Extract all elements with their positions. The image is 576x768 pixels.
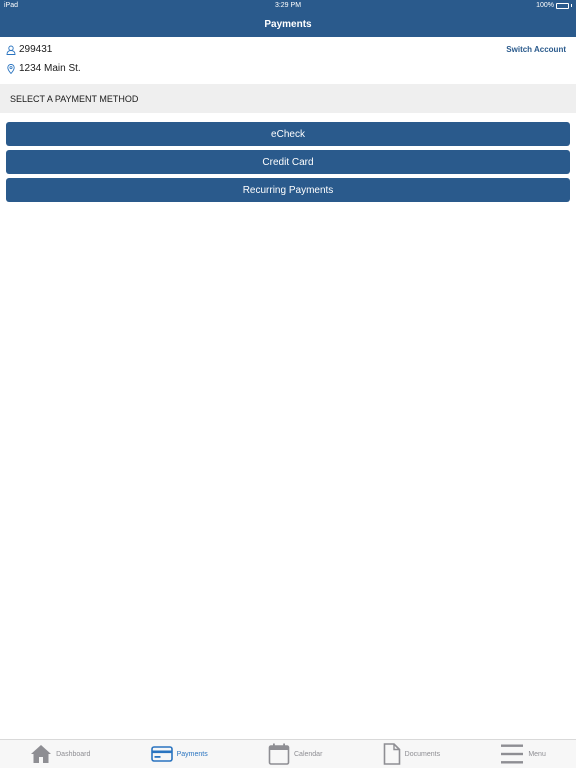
payment-method-list: eCheck Credit Card Recurring Payments — [6, 122, 570, 206]
tab-dashboard[interactable]: Dashboard — [30, 744, 90, 764]
credit-card-button[interactable]: Credit Card — [6, 150, 570, 174]
account-info: 299431 1234 Main St. Switch Account — [0, 37, 576, 84]
home-icon — [31, 745, 52, 763]
tab-payments[interactable]: Payments — [150, 746, 208, 762]
address-row: 1234 Main St. — [6, 63, 81, 74]
battery-percent: 100% — [536, 2, 554, 9]
tab-label-documents: Documents — [404, 750, 441, 758]
battery-indicator: 100% — [512, 2, 572, 9]
tab-label-payments: Payments — [176, 750, 208, 758]
switch-account-link[interactable]: Switch Account — [506, 45, 566, 54]
recurring-payments-button[interactable]: Recurring Payments — [6, 178, 570, 202]
account-address: 1234 Main St. — [19, 63, 81, 74]
account-number: 299431 — [19, 44, 53, 55]
tab-bar: Dashboard Payments Calendar Documents Me… — [0, 739, 576, 768]
tab-label-dashboard: Dashboard — [56, 750, 91, 758]
credit-card-icon — [150, 746, 173, 762]
payments-screen: iPad 3:29 PM 100% Payments 299431 1234 M… — [0, 0, 576, 768]
account-number-row: 299431 — [6, 44, 52, 55]
status-bar: iPad 3:29 PM 100% — [0, 0, 576, 11]
document-icon — [383, 743, 400, 765]
tab-label-menu: Menu — [528, 750, 546, 758]
map-pin-icon — [7, 63, 15, 74]
status-time: 3:29 PM — [274, 2, 302, 9]
calendar-icon — [268, 743, 290, 765]
navigation-bar: Payments — [0, 11, 576, 37]
user-icon — [6, 45, 16, 55]
page-title: Payments — [264, 18, 312, 30]
section-header: SELECT A PAYMENT METHOD — [0, 84, 576, 113]
battery-tip — [571, 4, 572, 7]
device-label: iPad — [4, 2, 19, 9]
tab-label-calendar: Calendar — [294, 750, 323, 758]
menu-icon — [501, 744, 524, 764]
battery-icon — [556, 2, 569, 9]
tab-calendar[interactable]: Calendar — [268, 743, 322, 765]
echeck-button[interactable]: eCheck — [6, 122, 570, 146]
tab-menu[interactable]: Menu — [500, 743, 546, 765]
section-title: SELECT A PAYMENT METHOD — [10, 93, 139, 104]
tab-documents[interactable]: Documents — [383, 743, 440, 765]
